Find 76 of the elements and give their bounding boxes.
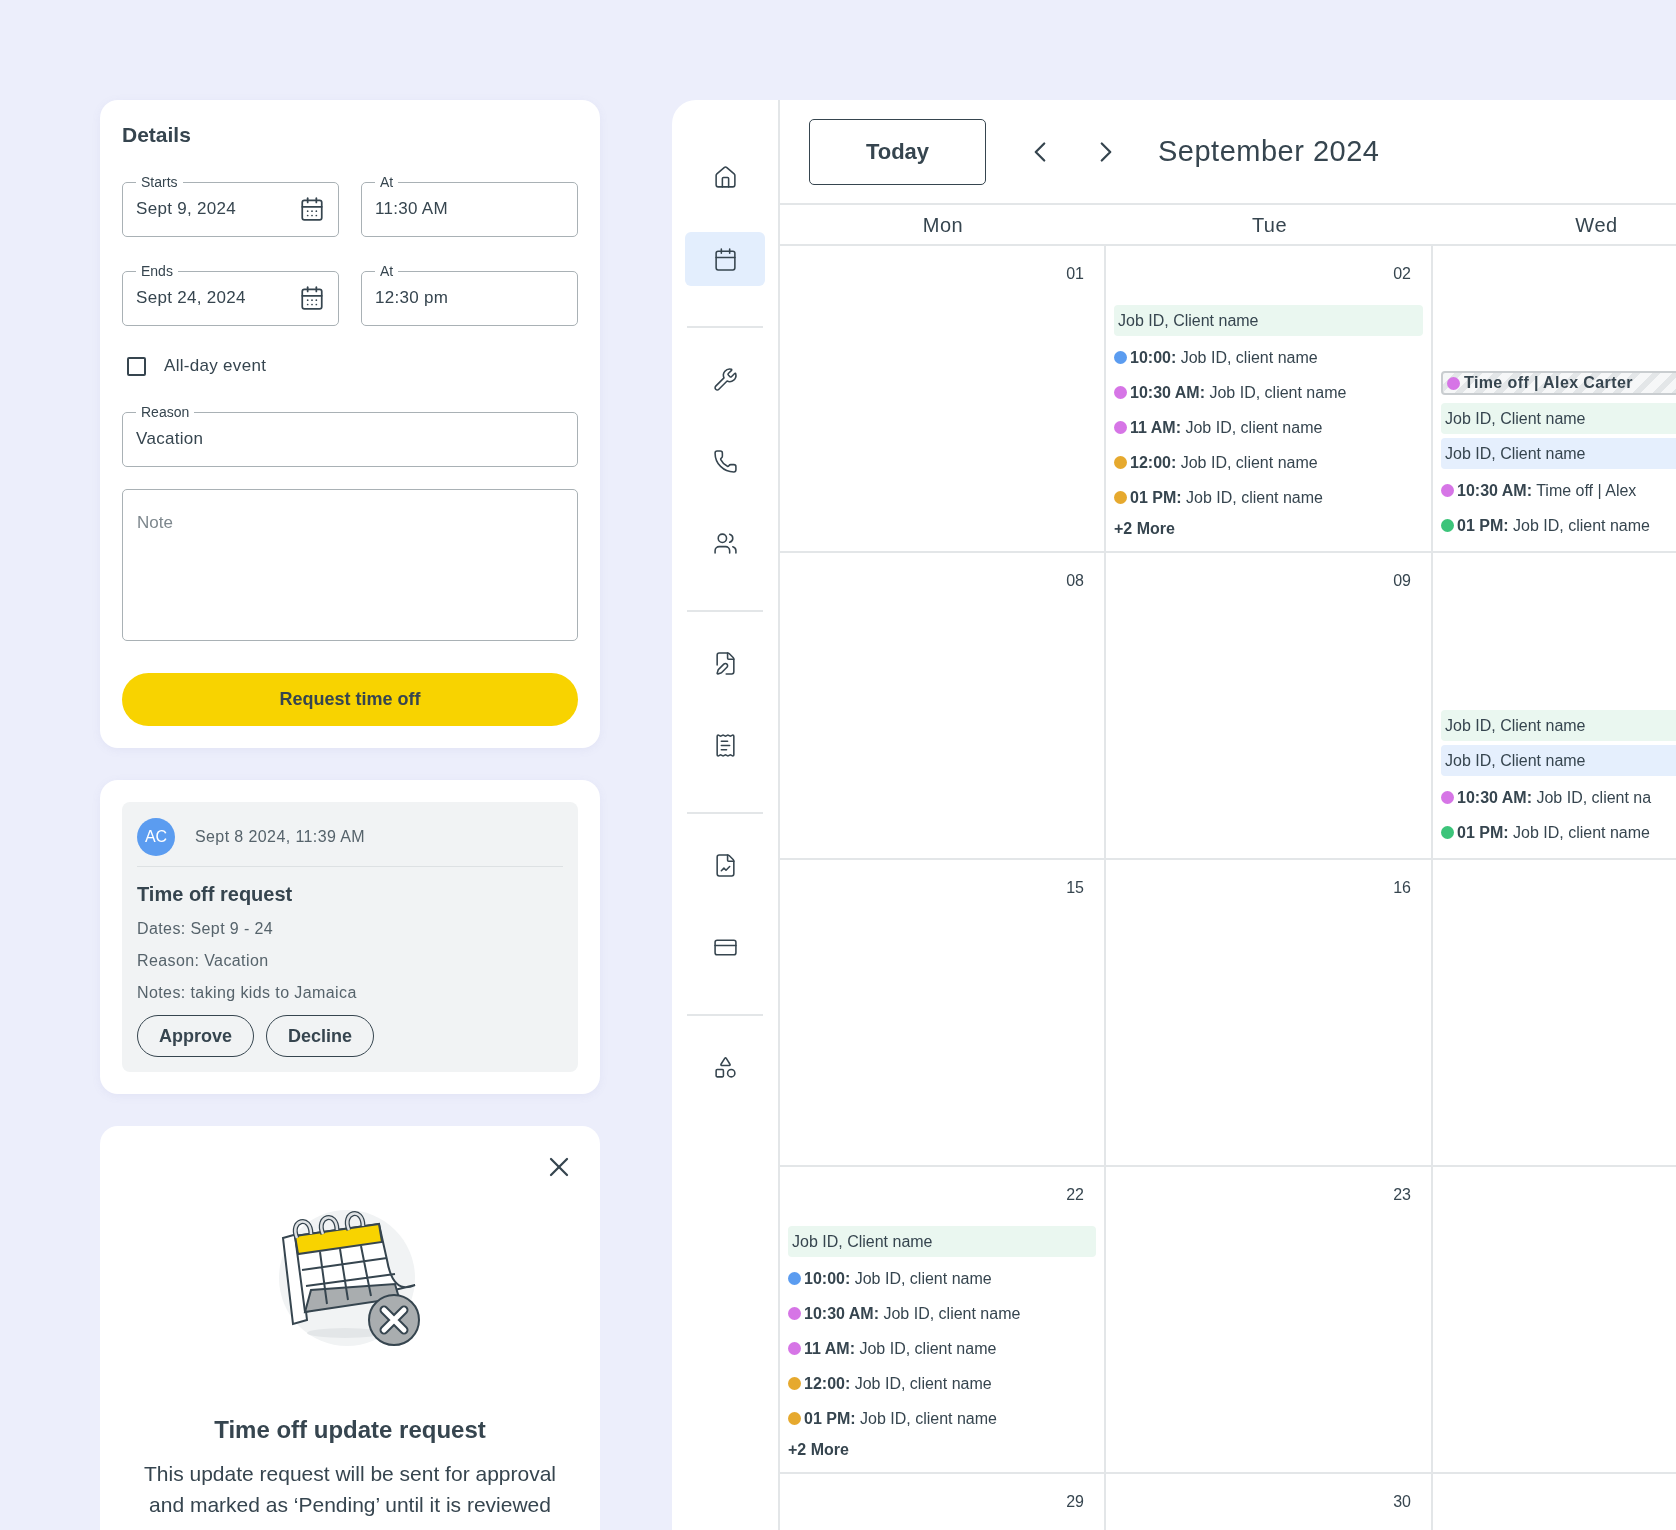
request-button[interactable]: Request time off — [122, 673, 578, 726]
date-number: 02 — [1393, 264, 1411, 284]
event-entry[interactable]: 01 PM: Job ID, client name — [1130, 485, 1323, 510]
calendar-icon[interactable] — [299, 196, 325, 222]
date-number: 23 — [1393, 1185, 1411, 1205]
date-field[interactable]: Ends Sept 24, 2024 — [122, 263, 339, 326]
request-title: Time off request — [137, 882, 294, 907]
event-entry[interactable]: 10:00: Job ID, client name — [1130, 345, 1318, 370]
event-entry[interactable]: 12:00: Job ID, client name — [1130, 450, 1318, 475]
date-number: 16 — [1393, 878, 1411, 898]
event-entry[interactable]: 11 AM: Job ID, client name — [1130, 415, 1323, 440]
event-entry[interactable]: 10:30 AM: Job ID, client na — [1457, 785, 1652, 810]
time-field[interactable]: At 12:30 pm — [361, 263, 578, 326]
event-entry[interactable]: 01 PM: Job ID, client name — [1457, 513, 1650, 538]
request-detail: Notes: taking kids to Jamaica — [137, 983, 358, 1003]
event-entry[interactable]: 01 PM: Job ID, client name — [804, 1406, 997, 1431]
day-header: Mon — [922, 212, 964, 238]
time-input[interactable]: 12:30 pm — [375, 279, 564, 317]
request-detail: Dates: Sept 9 - 24 — [137, 919, 275, 939]
day-header: Wed — [1575, 212, 1618, 238]
event-entry[interactable]: 11 AM: Job ID, client name — [804, 1336, 997, 1361]
event-entry[interactable]: 10:30 AM: Job ID, client name — [804, 1301, 1021, 1326]
date-number: 22 — [1066, 1185, 1084, 1205]
event-bar[interactable]: Job ID, Client name — [1114, 305, 1423, 336]
users-icon — [712, 530, 738, 556]
checkbox-label: All-day event — [164, 355, 267, 378]
calendar-icon[interactable] — [299, 285, 325, 311]
field-label: At — [379, 263, 395, 279]
date-number: 09 — [1393, 571, 1411, 591]
event-title: Time off | Alex Carter — [1464, 373, 1633, 393]
date-number: 29 — [1066, 1492, 1084, 1512]
nav-button[interactable] — [685, 232, 765, 286]
month-title: September 2024 — [1158, 133, 1380, 169]
time-off-bar[interactable]: Time off | Alex Carter — [1441, 371, 1676, 395]
wrench-icon — [712, 366, 738, 392]
avatar: AC — [137, 818, 175, 856]
date-number: 30 — [1393, 1492, 1411, 1512]
event-bar[interactable]: Job ID, Client name — [1441, 438, 1676, 469]
request-detail: Reason: Vacation — [137, 951, 270, 971]
event-bar[interactable]: Job ID, Client name — [788, 1226, 1096, 1257]
date-number: 15 — [1066, 878, 1084, 898]
event-entry[interactable]: 01 PM: Job ID, client name — [1457, 820, 1650, 845]
field-label: Ends — [140, 263, 174, 279]
dialog-title: Time off update request — [214, 1415, 486, 1445]
field-label: At — [379, 174, 395, 190]
more-link[interactable]: +2 More — [788, 1436, 849, 1464]
time-input[interactable]: 11:30 AM — [375, 190, 564, 228]
reason-field[interactable]: Reason Vacation — [122, 404, 578, 467]
event-entry[interactable]: 12:00: Job ID, client name — [804, 1371, 992, 1396]
event-bar[interactable]: Job ID, Client name — [1441, 403, 1676, 434]
date-number: 08 — [1066, 571, 1084, 591]
event-entry[interactable]: 10:30 AM: Time off | Alex — [1457, 478, 1637, 503]
event-bar[interactable]: Job ID, Client name — [1441, 710, 1676, 741]
date-number: 01 — [1066, 264, 1084, 284]
date-input[interactable]: Sept 9, 2024 — [136, 190, 299, 228]
field-label: Reason — [140, 404, 191, 420]
checkbox[interactable] — [127, 356, 146, 376]
date-input[interactable]: Sept 24, 2024 — [136, 279, 299, 317]
note-field[interactable]: Note — [122, 489, 578, 641]
calendar-icon — [712, 246, 738, 272]
day-header: Tue — [1251, 212, 1288, 238]
today-button[interactable]: Today — [809, 118, 986, 185]
field-label: Starts — [140, 174, 179, 190]
more-link[interactable]: +2 More — [1114, 515, 1175, 543]
dialog-message: This update request will be sent for approval and marked as ‘Pending’ until it is reviewed — [142, 1461, 558, 1518]
home-icon — [712, 164, 738, 190]
event-bar[interactable]: Job ID, Client name — [1441, 745, 1676, 776]
time-field[interactable]: At 11:30 AM — [361, 174, 578, 237]
phone-icon — [712, 448, 738, 474]
timestamp: Sept 8 2024, 11:39 AM — [195, 827, 365, 847]
shapes-icon — [712, 1054, 738, 1080]
event-entry[interactable]: 10:30 AM: Job ID, client name — [1130, 380, 1347, 405]
reason-input[interactable]: Vacation — [136, 420, 564, 458]
date-field[interactable]: Starts Sept 9, 2024 — [122, 174, 339, 237]
event-entry[interactable]: 10:00: Job ID, client name — [804, 1266, 992, 1291]
card-title: Details — [122, 122, 192, 148]
